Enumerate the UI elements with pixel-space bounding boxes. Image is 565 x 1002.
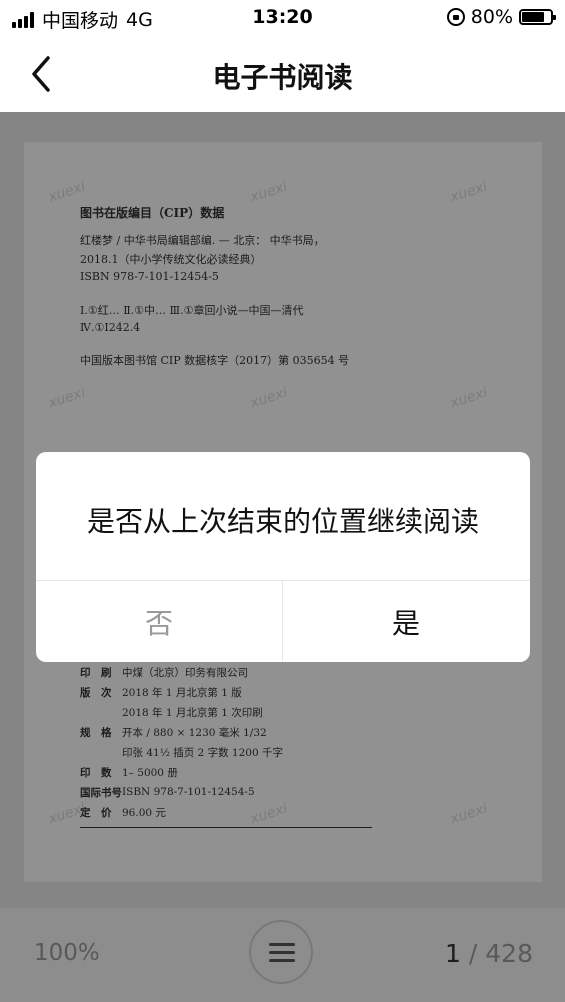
resume-reading-dialog: 是否从上次结束的位置继续阅读 否 是 [36,452,530,662]
no-button[interactable]: 否 [36,581,282,662]
yes-button[interactable]: 是 [283,581,529,662]
page-title: 电子书阅读 [212,61,353,94]
status-bar: 中国移动 4G 13:20 80% [0,0,565,38]
battery-icon [519,9,556,25]
navigation-bar: 电子书阅读 [0,38,565,112]
battery-percent: 80% [470,6,513,28]
battery-fill [522,12,545,22]
battery-info: 80% [446,6,556,28]
dialog-message: 是否从上次结束的位置继续阅读 [86,505,479,538]
rotation-lock-icon [446,8,465,26]
